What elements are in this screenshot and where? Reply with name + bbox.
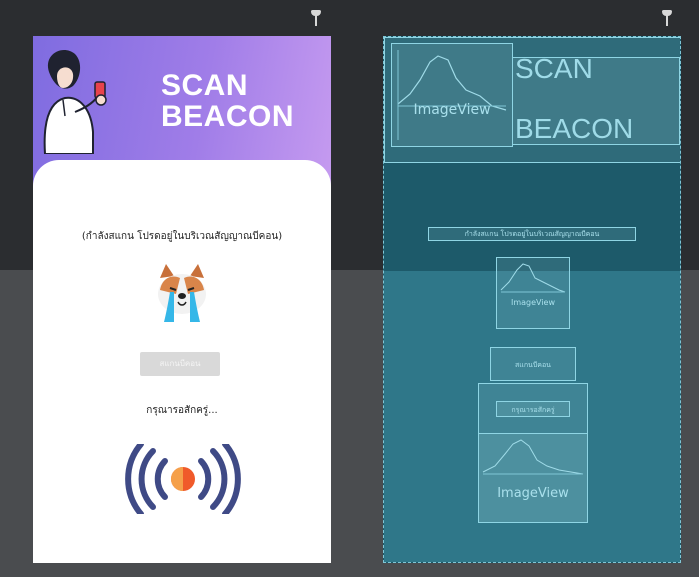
blueprint-beacon-imageview[interactable]: ImageView bbox=[478, 433, 588, 523]
header-imageview-label: ImageView bbox=[413, 102, 491, 118]
blueprint-status-textview[interactable]: กำลังสแกน โปรดอยู่ในบริเวณสัญญาณบีคอน bbox=[428, 227, 636, 241]
beacon-signal-icon bbox=[125, 444, 241, 514]
blueprint-waiting-text: กรุณารอสักครู่ bbox=[511, 406, 555, 414]
pin-icon[interactable] bbox=[661, 10, 673, 26]
blueprint-waiting-textview[interactable]: กรุณารอสักครู่ bbox=[496, 401, 570, 417]
image-placeholder-icon bbox=[397, 50, 507, 140]
scan-beacon-button[interactable]: สแกนบีคอน bbox=[140, 352, 220, 376]
blueprint-title-line1: SCAN bbox=[515, 53, 593, 84]
layout-editor-canvas: SCAN BEACON (กำลังสแกน โปรดอยู่ในบริเวณส… bbox=[0, 0, 699, 577]
crying-dog-icon bbox=[158, 264, 206, 322]
blueprint-header-imageview[interactable]: ImageView bbox=[391, 43, 513, 147]
woman-with-phone-illustration bbox=[43, 50, 107, 154]
blueprint-dog-imageview[interactable]: ImageView bbox=[496, 257, 570, 329]
app-title: SCAN BEACON bbox=[161, 70, 294, 132]
app-title-line1: SCAN bbox=[161, 69, 249, 102]
status-text: (กำลังสแกน โปรดอยู่ในบริเวณสัญญาณบีคอน) bbox=[81, 231, 283, 242]
blueprint-view[interactable]: ImageView SCAN BEACON กำลังสแกน โปรดอยู่… bbox=[383, 36, 681, 563]
app-title-line2: BEACON bbox=[161, 100, 295, 133]
image-placeholder-icon bbox=[500, 263, 566, 293]
waiting-text: กรุณารอสักครู่... bbox=[146, 405, 218, 416]
blueprint-title-line2: BEACON bbox=[515, 113, 634, 144]
pin-icon[interactable] bbox=[310, 10, 322, 26]
dog-imageview-label: ImageView bbox=[510, 298, 556, 307]
beacon-imageview-label: ImageView bbox=[497, 486, 569, 501]
blueprint-status-text: กำลังสแกน โปรดอยู่ในบริเวณสัญญาณบีคอน bbox=[464, 230, 600, 238]
blueprint-button[interactable]: สแกนบีคอน bbox=[490, 347, 576, 381]
design-preview[interactable]: SCAN BEACON (กำลังสแกน โปรดอยู่ในบริเวณส… bbox=[33, 36, 331, 563]
blueprint-button-label: สแกนบีคอน bbox=[515, 361, 551, 369]
image-placeholder-icon bbox=[482, 439, 584, 475]
blueprint-title-textview[interactable]: SCAN BEACON bbox=[512, 53, 680, 145]
